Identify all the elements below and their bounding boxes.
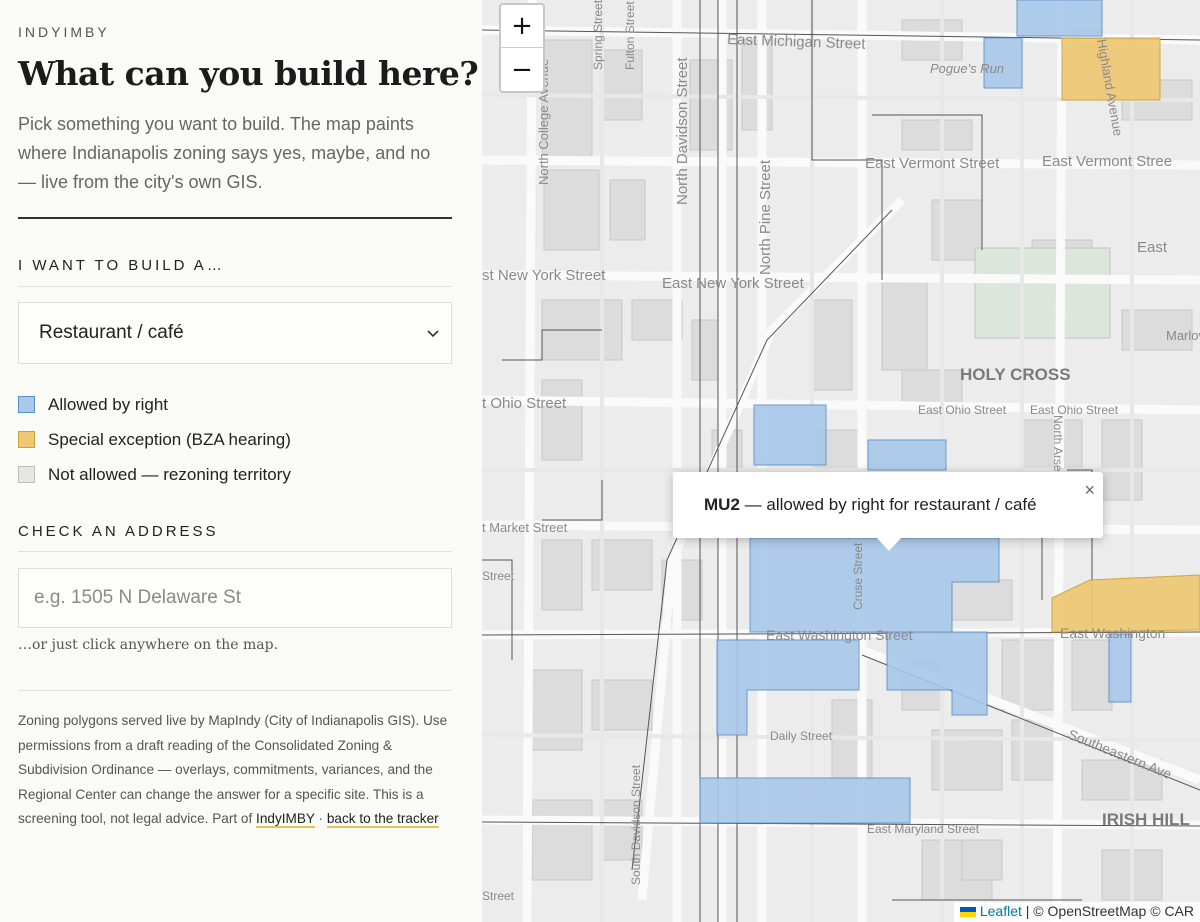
close-icon[interactable]: × (1084, 480, 1095, 501)
build-type-select[interactable]: Restaurant / café (18, 302, 452, 364)
map-street-label: t Market Street (482, 520, 568, 535)
map-street-label: East Ohio Street (1030, 403, 1119, 417)
footer-note: Zoning polygons served live by MapIndy (… (18, 709, 458, 832)
build-type-selected: Restaurant / café (39, 322, 184, 343)
legend-label: Not allowed — rezoning territory (48, 464, 291, 484)
leaflet-link[interactable]: Leaflet (980, 903, 1022, 919)
zone-popup: MU2 — allowed by right for restaurant / … (673, 472, 1103, 538)
popup-text: — allowed by right for restaurant / café (744, 495, 1037, 514)
map-street-label: IRISH HILL (1102, 810, 1190, 829)
attribution-text: | © OpenStreetMap © CAR (1025, 903, 1194, 919)
map-street-label: Street (482, 889, 515, 903)
legend-swatch-allowed (18, 396, 35, 413)
divider (18, 286, 452, 287)
zoom-out-button[interactable]: − (501, 48, 543, 91)
back-to-tracker-link[interactable]: back to the tracker (326, 811, 439, 828)
map-street-label: South Davidson Street (629, 764, 643, 885)
popup-tip (876, 537, 902, 551)
map-street-label: Spring Street (591, 0, 605, 70)
map-street-label: st New York Street (482, 267, 606, 284)
brand-name[interactable]: INDYIMBY (18, 24, 110, 40)
legend-item-special: Special exception (BZA hearing) (18, 422, 291, 457)
map-attribution: Leaflet | © OpenStreetMap © CAR (953, 902, 1200, 922)
map-street-label: East Ohio Street (918, 403, 1007, 417)
zoom-in-button[interactable]: + (501, 5, 543, 48)
map-street-label: North Pine Street (757, 159, 774, 275)
map-street-label: North Davidson Street (674, 57, 691, 205)
map-street-label: t Ohio Street (482, 395, 567, 412)
zoom-control: + − (499, 3, 545, 93)
legend-swatch-special (18, 431, 35, 448)
build-section-label: I WANT TO BUILD A… (18, 257, 225, 274)
map-street-label: East (1137, 239, 1168, 256)
address-section-label: CHECK AN ADDRESS (18, 523, 219, 540)
legend-swatch-not-allowed (18, 466, 35, 483)
page-title: What can you build here? (18, 54, 479, 93)
indyimby-link[interactable]: IndyIMBY (256, 811, 315, 828)
ukraine-flag-icon (959, 907, 976, 917)
popup-zone-code: MU2 (704, 495, 740, 514)
map-tiles: East Michigan Street Pogue's Run East Ve… (482, 0, 1200, 922)
map-street-label: Street (482, 569, 515, 583)
legend-label: Special exception (BZA hearing) (48, 429, 291, 449)
map-street-label: Fulton Street (623, 1, 637, 70)
zoning-map[interactable]: East Michigan Street Pogue's Run East Ve… (482, 0, 1200, 922)
legend-item-allowed: Allowed by right (18, 387, 291, 422)
footer-text: Zoning polygons served live by MapIndy (… (18, 713, 448, 826)
intro-text: Pick something you want to build. The ma… (18, 114, 431, 192)
map-street-label: East Washington Street (766, 627, 913, 643)
legend-item-not-allowed: Not allowed — rezoning territory (18, 457, 291, 492)
divider (18, 690, 452, 691)
map-street-label: East New York Street (662, 275, 805, 292)
map-street-label: HOLY CROSS (960, 365, 1071, 384)
footer-separator: · (318, 811, 324, 826)
map-street-label: Cruse Street (851, 542, 865, 610)
map-street-label: East Washington (1060, 625, 1165, 641)
map-street-label: Daily Street (770, 729, 833, 743)
map-street-label: Pogue's Run (930, 61, 1004, 76)
legend: Allowed by right Special exception (BZA … (18, 387, 291, 492)
address-input[interactable] (18, 568, 452, 628)
divider (18, 217, 452, 219)
sidebar: INDYIMBY What can you build here? Pick s… (0, 0, 482, 922)
map-hint: …or just click anywhere on the map. (18, 637, 279, 653)
divider (18, 551, 452, 552)
map-street-label: East Vermont Stree (1042, 153, 1172, 170)
map-street-label: Marlov (1166, 328, 1200, 343)
map-street-label: East Vermont Street (865, 155, 1000, 172)
legend-label: Allowed by right (48, 394, 169, 414)
chevron-down-icon (427, 330, 439, 338)
map-street-label: East Maryland Street (867, 822, 980, 836)
